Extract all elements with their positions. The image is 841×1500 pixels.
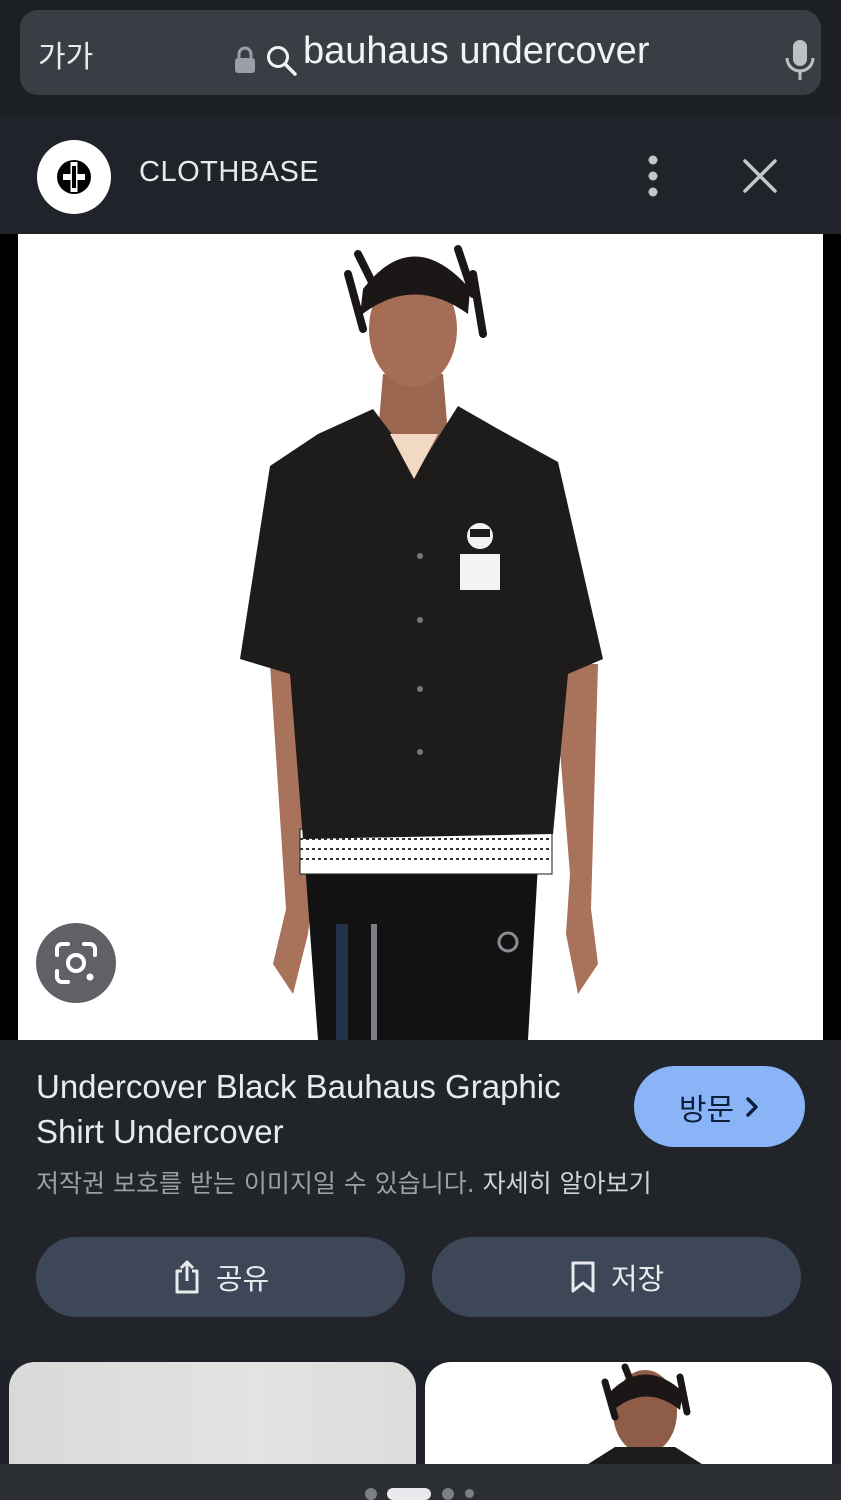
source-header: CLOTHBASE [0, 118, 841, 234]
page-dot[interactable] [442, 1488, 454, 1500]
search-icon [266, 45, 298, 81]
page-dot[interactable] [365, 1488, 377, 1500]
result-info-panel: Undercover Black Bauhaus Graphic Shirt U… [0, 1040, 841, 1360]
google-lens-icon [55, 942, 97, 984]
microphone-icon[interactable] [784, 38, 816, 88]
share-label: 공유 [215, 1262, 270, 1296]
save-button[interactable]: 저장 [432, 1237, 801, 1317]
close-icon[interactable] [740, 156, 780, 200]
page-indicator [0, 1464, 841, 1500]
bookmark-icon [571, 1261, 595, 1293]
browser-top-bar: 가가 bauhaus undercover [0, 0, 841, 118]
visit-button[interactable]: 방문 [634, 1066, 805, 1147]
copyright-notice: 저작권 보호를 받는 이미지일 수 있습니다. 자세히 알아보기 [36, 1164, 652, 1200]
lock-icon [234, 46, 256, 78]
source-favicon[interactable] [37, 140, 111, 214]
chevron-right-icon [746, 1096, 758, 1117]
save-label: 저장 [610, 1262, 665, 1296]
source-name[interactable]: CLOTHBASE [139, 156, 319, 189]
lens-search-button[interactable] [36, 923, 116, 1003]
image-viewer [0, 234, 841, 1040]
text-size-button[interactable]: 가가 [38, 32, 93, 76]
address-bar[interactable]: 가가 bauhaus undercover [20, 10, 821, 95]
page-dot-active[interactable] [387, 1488, 431, 1500]
model-illustration [240, 245, 603, 1040]
page-dot[interactable] [465, 1489, 474, 1498]
product-image[interactable] [18, 234, 823, 1040]
visit-label: 방문 [678, 1092, 735, 1128]
search-query-text[interactable]: bauhaus undercover [303, 30, 649, 73]
related-image-card[interactable] [425, 1362, 832, 1466]
copyright-text: 저작권 보호를 받는 이미지일 수 있습니다. [36, 1169, 475, 1198]
related-model-thumbnail [585, 1363, 705, 1466]
share-icon [175, 1260, 199, 1294]
learn-more-link[interactable]: 자세히 알아보기 [483, 1169, 652, 1198]
result-title[interactable]: Undercover Black Bauhaus Graphic Shirt U… [36, 1064, 596, 1154]
share-button[interactable]: 공유 [36, 1237, 405, 1317]
more-options-icon[interactable] [640, 154, 666, 198]
related-image-card[interactable] [9, 1362, 416, 1466]
